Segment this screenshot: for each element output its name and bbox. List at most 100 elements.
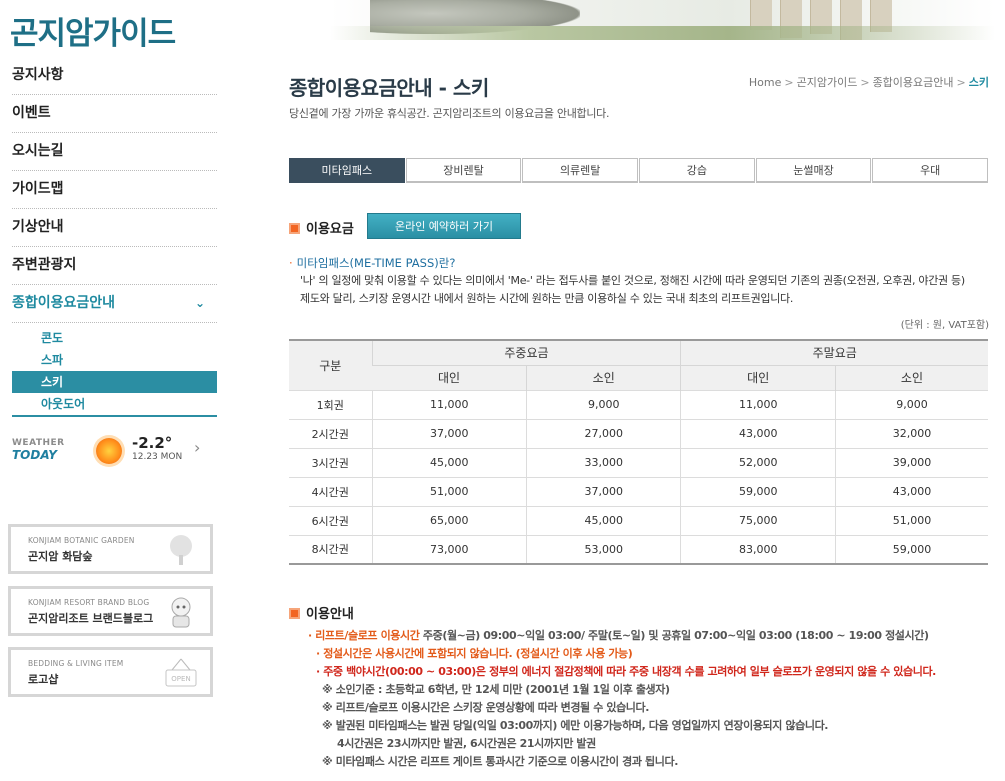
cell-ticket-type: 1회권 — [289, 389, 372, 419]
info-hours-text: 주중(월~금) 09:00~익일 03:00/ 주말(토~일) 및 공휴일 07… — [419, 629, 929, 642]
subnav-item-condo[interactable]: 콘도 — [12, 327, 217, 349]
breadcrumb-separator-icon: > — [956, 76, 966, 89]
banner-en-label: BEDDING & LIVING ITEM — [28, 659, 124, 668]
info-note: 4시간권은 23시까지만 발권, 6시간권은 21시까지만 발권 — [337, 737, 596, 750]
table-row: 1회권 11,000 9,000 11,000 9,000 — [289, 389, 988, 419]
cell-price: 75,000 — [680, 505, 836, 535]
cell-price: 51,000 — [371, 476, 527, 506]
breadcrumb-current: 스키 — [968, 76, 989, 89]
description-line: '나' 의 일정에 맞춰 이용할 수 있다는 의미에서 'Me-' 라는 접두사… — [300, 274, 965, 287]
header-banner-image — [330, 0, 995, 40]
info-note: · 주중 백야시간(00:00 ~ 03:00)은 정부의 에너지 절감정책에 … — [316, 665, 936, 678]
nav-item-fee-guide[interactable]: 종합이용요금안내 ⌄ — [12, 285, 217, 323]
info-note: ※ 소인기준 : 초등학교 6학년, 만 12세 미만 (2001년 1월 1일… — [322, 683, 670, 696]
banner-en-label: KONJIAM RESORT BRAND BLOG — [28, 598, 150, 607]
weather-temperature: -2.2° — [132, 434, 173, 452]
subnav-item-spa[interactable]: 스파 — [12, 349, 217, 371]
section-title-text: 이용안내 — [306, 607, 354, 622]
nav-item-fee-guide-label: 종합이용요금안내 — [12, 295, 116, 311]
cell-price: 59,000 — [680, 476, 836, 506]
header-weekday-adult: 대인 — [372, 364, 527, 390]
cell-price: 33,000 — [525, 447, 681, 477]
banner-brand-blog[interactable]: KONJIAM RESORT BRAND BLOG 곤지암리조트 브랜드블로그 — [8, 586, 213, 636]
tree-icon — [170, 535, 192, 565]
header-weekday-child: 소인 — [525, 364, 681, 390]
unit-note: (단위 : 원, VAT포함) — [900, 320, 989, 331]
tab-clothing-rental[interactable]: 의류렌탈 — [522, 158, 639, 183]
nav-item-nearby[interactable]: 주변관광지 — [12, 247, 217, 285]
page-description: 당신곁에 가장 가까운 휴식공간. 곤지암리조트의 이용요금을 안내합니다. — [289, 107, 610, 120]
breadcrumb-home[interactable]: Home — [749, 76, 781, 89]
header-type: 구분 — [289, 339, 372, 390]
cell-price: 11,000 — [680, 389, 836, 419]
banner-ko-label: 곤지암 화담숲 — [28, 550, 93, 563]
sun-icon — [96, 438, 122, 464]
nav-item-notice[interactable]: 공지사항 — [12, 57, 217, 95]
breadcrumb-fee-guide[interactable]: 종합이용요금안내 — [873, 76, 954, 89]
tab-me-time-pass[interactable]: 미타임패스 — [289, 158, 405, 183]
page-root: 곤지암가이드 공지사항 이벤트 오시는길 가이드맵 기상안내 주변관광지 종합이… — [0, 0, 1005, 781]
cell-ticket-type: 3시간권 — [289, 447, 372, 477]
weather-label: WEATHER — [12, 438, 65, 448]
table-row: 2시간권 37,000 27,000 43,000 32,000 — [289, 418, 988, 448]
open-sign-icon: OPEN — [165, 658, 197, 687]
nav-item-weather[interactable]: 기상안내 — [12, 209, 217, 247]
cell-price: 9,000 — [834, 389, 988, 419]
tab-sledding[interactable]: 눈썰매장 — [755, 158, 872, 183]
header-weekend: 주말요금 — [680, 339, 988, 365]
cell-price: 39,000 — [834, 447, 988, 477]
cell-price: 43,000 — [834, 476, 988, 506]
site-title[interactable]: 곤지암가이드 — [10, 8, 176, 53]
cell-price: 53,000 — [525, 534, 681, 565]
table-row: 8시간권 73,000 53,000 83,000 59,000 — [289, 534, 988, 565]
nav-item-event[interactable]: 이벤트 — [12, 95, 217, 133]
cell-price: 32,000 — [834, 418, 988, 448]
description-line: 제도와 달리, 스키장 운영시간 내에서 원하는 시간에 원하는 만큼 이용하실… — [300, 292, 794, 305]
section-bullet-icon — [289, 223, 300, 234]
price-table: 구분 주중요금 주말요금 대인 소인 대인 소인 1회권 11,000 9,00… — [289, 339, 988, 565]
banner-botanic-garden[interactable]: KONJIAM BOTANIC GARDEN 곤지암 화담숲 — [8, 524, 213, 574]
banner-logo-shop[interactable]: BEDDING & LIVING ITEM 로고샵 OPEN — [8, 647, 213, 697]
question-text: 미타임패스(ME-TIME PASS)란? — [296, 256, 456, 270]
cell-price: 45,000 — [371, 447, 527, 477]
cell-price: 27,000 — [525, 418, 681, 448]
online-booking-button[interactable]: 온라인 예약하러 가기 — [367, 213, 521, 239]
breadcrumb-separator-icon: > — [860, 76, 870, 89]
header-weekday: 주중요금 — [371, 339, 681, 365]
cell-ticket-type: 8시간권 — [289, 534, 372, 565]
section-title-fees: 이용요금 — [289, 218, 354, 237]
info-hours: · 리프트/슬로프 이용시간 주중(월~금) 09:00~익일 03:00/ 주… — [308, 627, 998, 645]
info-hours-label: · 리프트/슬로프 이용시간 — [308, 629, 420, 642]
tab-discounts[interactable]: 우대 — [872, 158, 989, 183]
cell-price: 37,000 — [525, 476, 681, 506]
nav-submenu: 콘도 스파 스키 아웃도어 — [12, 323, 217, 417]
breadcrumb-guide[interactable]: 곤지암가이드 — [797, 76, 858, 89]
me-time-pass-question: · 미타임패스(ME-TIME PASS)란? — [289, 255, 455, 271]
tab-lessons[interactable]: 강습 — [639, 158, 755, 183]
nav-item-directions[interactable]: 오시는길 — [12, 133, 217, 171]
weather-date: 12.23 MON — [132, 452, 183, 462]
cell-price: 37,000 — [371, 418, 527, 448]
header-weekend-child: 소인 — [834, 364, 988, 390]
breadcrumb: Home > 곤지암가이드 > 종합이용요금안내 > 스키 — [749, 74, 989, 90]
chevron-right-icon[interactable]: › — [194, 438, 200, 457]
bullet-icon: · — [289, 256, 293, 270]
left-nav: 공지사항 이벤트 오시는길 가이드맵 기상안내 주변관광지 종합이용요금안내 ⌄… — [12, 57, 217, 417]
table-row: 3시간권 45,000 33,000 52,000 39,000 — [289, 447, 988, 477]
chevron-down-icon: ⌄ — [194, 296, 205, 310]
subnav-item-outdoor[interactable]: 아웃도어 — [12, 393, 217, 415]
svg-text:OPEN: OPEN — [171, 675, 190, 683]
cell-price: 43,000 — [680, 418, 836, 448]
table-row: 4시간권 51,000 37,000 59,000 43,000 — [289, 476, 988, 506]
cell-price: 52,000 — [680, 447, 836, 477]
section-title-text: 이용요금 — [306, 222, 354, 237]
tab-equipment-rental[interactable]: 장비렌탈 — [405, 158, 522, 183]
info-note: ※ 미타임패스 시간은 리프트 게이트 통과시간 기준으로 이용시간이 경과 됩… — [322, 755, 678, 768]
subnav-item-ski[interactable]: 스키 — [12, 371, 217, 393]
character-icon — [171, 597, 191, 628]
weather-today-label: TODAY — [12, 448, 57, 462]
breadcrumb-separator-icon: > — [784, 76, 794, 89]
cell-price: 11,000 — [371, 389, 527, 419]
cell-ticket-type: 6시간권 — [289, 505, 372, 535]
nav-item-guide-map[interactable]: 가이드맵 — [12, 171, 217, 209]
